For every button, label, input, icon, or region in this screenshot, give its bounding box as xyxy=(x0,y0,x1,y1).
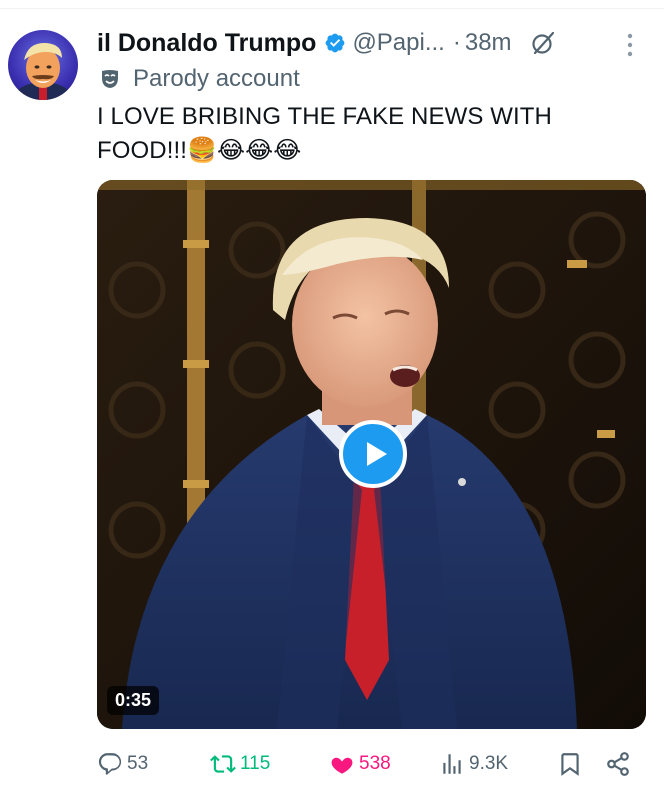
parody-label-row: Parody account xyxy=(99,64,300,94)
tweet-text: I LOVE BRIBING THE FAKE NEWS WITH FOOD!!… xyxy=(97,103,552,164)
separator-dot: · xyxy=(452,29,461,56)
play-icon xyxy=(366,442,387,466)
heart-icon xyxy=(331,757,353,774)
verified-badge-icon xyxy=(324,32,346,54)
video-duration: 0:35 xyxy=(107,686,160,715)
reply-icon xyxy=(98,753,122,775)
display-name[interactable]: il Donaldo Trumpo xyxy=(97,29,316,58)
parody-label: Parody account xyxy=(133,65,300,92)
action-bar: 53 115 538 9.3K xyxy=(97,748,637,780)
bookmark-button[interactable] xyxy=(557,748,583,780)
grok-icon[interactable] xyxy=(530,30,556,56)
top-divider xyxy=(0,8,664,9)
reply-button[interactable]: 53 xyxy=(97,748,148,780)
views-icon xyxy=(443,754,461,774)
parody-mask-icon xyxy=(99,68,121,90)
reply-count: 53 xyxy=(127,753,149,774)
views-count: 9.3K xyxy=(469,753,509,774)
share-button[interactable] xyxy=(605,748,631,780)
repost-button[interactable]: 115 xyxy=(210,748,270,780)
repost-icon xyxy=(210,755,236,773)
views-button[interactable]: 9.3K xyxy=(439,748,508,780)
like-button[interactable]: 538 xyxy=(329,748,391,780)
handle[interactable]: @Papi... xyxy=(352,29,444,57)
tweet-header: il Donaldo Trumpo @Papi... · 38m xyxy=(97,26,556,60)
share-icon xyxy=(607,752,629,776)
repost-count: 115 xyxy=(240,753,271,774)
bookmark-icon xyxy=(561,753,579,776)
like-count: 538 xyxy=(359,753,391,774)
video-player[interactable]: 0:35 xyxy=(97,180,646,729)
play-button[interactable] xyxy=(339,420,407,488)
more-options-icon[interactable] xyxy=(622,31,638,59)
avatar[interactable] xyxy=(8,30,78,100)
timestamp[interactable]: 38m xyxy=(465,29,512,57)
